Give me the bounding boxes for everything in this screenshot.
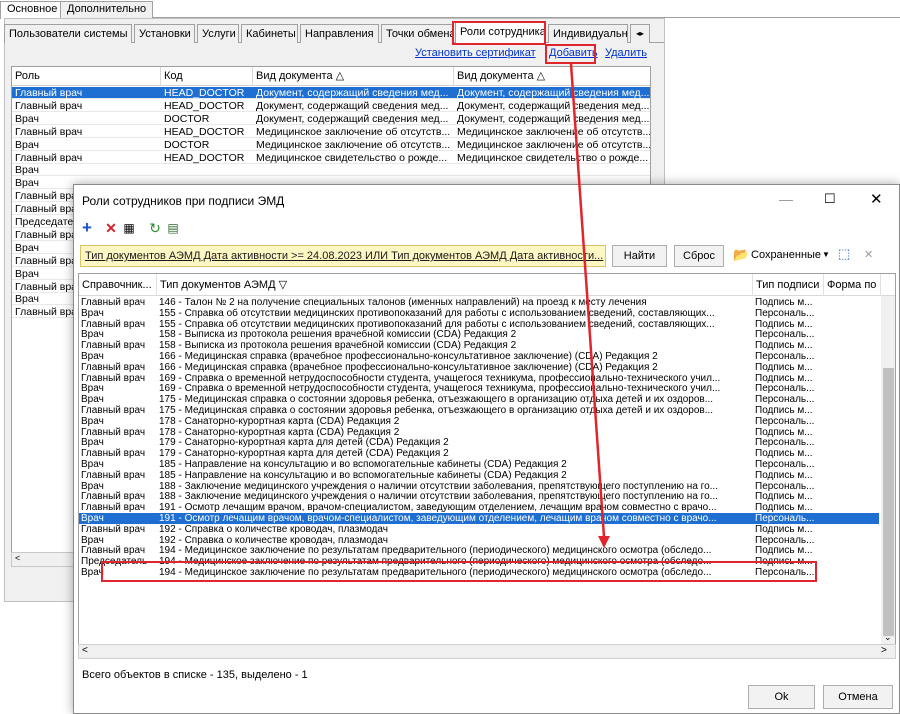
red-arrow (569, 63, 610, 548)
